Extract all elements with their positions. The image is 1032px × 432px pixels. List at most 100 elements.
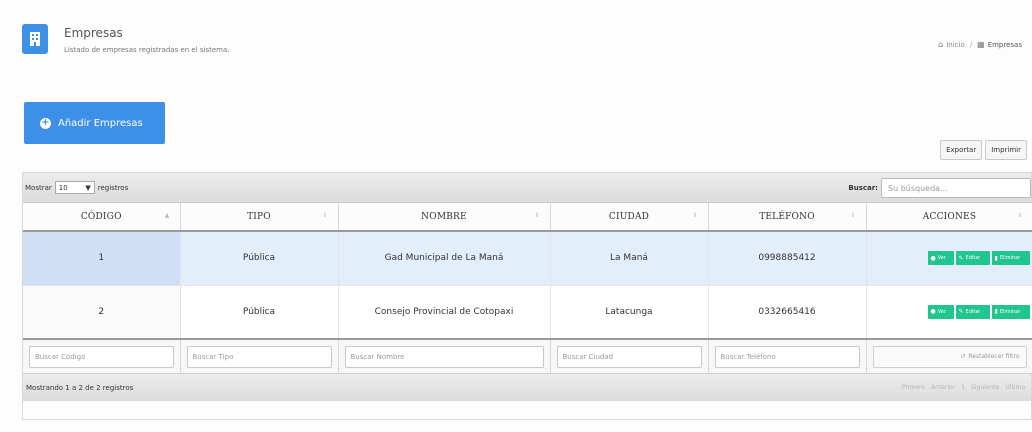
page-length-select[interactable]: 10 ▼ — [54, 181, 95, 194]
column-header-ciudad[interactable]: CIUDAD ⇕ — [550, 203, 709, 232]
add-company-label: Añadir Empresas — [58, 117, 143, 129]
cell-telefono: 0332665416 — [708, 285, 867, 340]
breadcrumb-separator: / — [969, 40, 973, 49]
refresh-icon: ↺ — [960, 353, 966, 360]
sort-asc-icon: ▲ — [164, 212, 170, 219]
delete-label: Eliminar — [999, 255, 1021, 262]
sort-icon: ⇕ — [1017, 212, 1023, 219]
edit-icon: ✎ — [958, 308, 964, 316]
row-actions: ● Ver ✎ Editar ▮ Eliminar — [867, 251, 1032, 266]
view-button[interactable]: ● Ver — [927, 251, 954, 266]
trash-icon: ▮ — [994, 254, 998, 262]
view-button[interactable]: ● Ver — [927, 304, 954, 319]
caret-down-icon: ▼ — [85, 183, 91, 192]
cell-tipo: Pública — [180, 285, 339, 340]
cell-acciones: ● Ver ✎ Editar ▮ Eliminar — [866, 231, 1032, 286]
filter-cell: Buscar Nombre — [338, 338, 551, 373]
add-company-button[interactable]: + Añadir Empresas — [24, 102, 165, 144]
column-label: CÓDIGO — [80, 211, 122, 222]
page: Empresas Listado de empresas registradas… — [0, 0, 1032, 432]
column-header-telefono[interactable]: TELÉFONO ⇕ — [708, 203, 867, 232]
filter-cell: Buscar Teléfono — [708, 338, 867, 373]
breadcrumb-current: Empresas — [987, 40, 1022, 49]
cell-telefono: 0998885412 — [708, 231, 867, 286]
pagination: Primero Anterior 1 Siguiente Último — [902, 384, 1025, 391]
home-icon: ⌂ — [938, 40, 944, 49]
trash-icon: ▮ — [994, 308, 998, 316]
sort-icon: ⇕ — [692, 212, 698, 219]
cell-nombre: Gad Municipal de La Maná — [338, 231, 551, 286]
page-length-value: 10 — [58, 183, 68, 192]
delete-label: Eliminar — [999, 308, 1021, 315]
reset-filter-label: Restablecer filtro — [968, 353, 1020, 360]
sort-icon: ⇕ — [534, 212, 540, 219]
eye-icon: ● — [930, 308, 936, 316]
edit-button[interactable]: ✎ Editar — [955, 251, 990, 266]
filter-cell: Buscar Tipo — [180, 338, 339, 373]
companies-table: CÓDIGO ▲ TIPO ⇕ NOMBRE ⇕ CIUDAD ⇕ TELÉFONO ⇕ … — [23, 203, 1032, 373]
column-header-tipo[interactable]: TIPO ⇕ — [180, 203, 339, 232]
column-label: CIUDAD — [608, 211, 650, 222]
eye-icon: ● — [930, 254, 936, 262]
edit-label: Editar — [965, 308, 981, 315]
cell-tipo: Pública — [180, 231, 339, 286]
search-label: Buscar: — [848, 184, 878, 192]
length-suffix: registros — [97, 183, 129, 192]
building-icon — [22, 24, 48, 54]
edit-icon: ✎ — [958, 254, 964, 262]
building-small-icon: ▦ — [977, 40, 985, 49]
print-button[interactable]: Imprimir — [985, 140, 1027, 160]
table-toolbar: Mostrar 10 ▼ registros Buscar: Su búsque… — [23, 173, 1031, 203]
export-button[interactable]: Exportar — [940, 140, 983, 160]
filter-row: Buscar Código Buscar Tipo Buscar Nombre … — [23, 338, 1032, 373]
filter-ciudad-input[interactable]: Buscar Ciudad — [556, 345, 702, 368]
column-label: NOMBRE — [421, 211, 467, 222]
pager-last[interactable]: Último — [1005, 384, 1025, 391]
pager-page-1[interactable]: 1 — [961, 384, 965, 391]
export-tools: Exportar Imprimir — [940, 140, 1027, 160]
edit-button[interactable]: ✎ Editar — [955, 304, 990, 319]
filter-codigo-input[interactable]: Buscar Código — [29, 345, 174, 368]
row-actions: ● Ver ✎ Editar ▮ Eliminar — [867, 304, 1032, 319]
filter-cell: Buscar Código — [23, 338, 181, 373]
filter-cell: ↺ Restablecer filtro — [866, 338, 1032, 373]
length-prefix: Mostrar — [25, 183, 52, 192]
filter-tipo-input[interactable]: Buscar Tipo — [186, 345, 332, 368]
search-input[interactable]: Su búsqueda... — [881, 178, 1031, 198]
column-header-acciones[interactable]: ACCIONES ⇕ — [866, 203, 1032, 232]
cell-codigo: 2 — [23, 285, 181, 340]
column-label: TIPO — [247, 211, 271, 222]
column-label: TELÉFONO — [759, 211, 815, 222]
cell-nombre: Consejo Provincial de Cotopaxi — [338, 285, 551, 340]
pager-next[interactable]: Siguiente — [971, 384, 999, 391]
building-glyph — [30, 32, 40, 46]
table-row[interactable]: 1 Pública Gad Municipal de La Maná La Ma… — [23, 231, 1032, 286]
reset-filter-button[interactable]: ↺ Restablecer filtro — [872, 345, 1027, 368]
sort-icon: ⇕ — [322, 212, 328, 219]
breadcrumb-home-link[interactable]: Inicio — [946, 41, 965, 49]
page-subtitle: Listado de empresas registradas en el si… — [64, 46, 230, 54]
table-info-bar: Mostrando 1 a 2 de 2 registros Primero A… — [23, 373, 1031, 401]
filter-telefono-input[interactable]: Buscar Teléfono — [714, 345, 860, 368]
search-control: Buscar: Su búsqueda... — [848, 178, 1031, 198]
pager-first[interactable]: Primero — [902, 384, 925, 391]
delete-button[interactable]: ▮ Eliminar — [991, 251, 1030, 266]
pager-previous[interactable]: Anterior — [931, 384, 955, 391]
page-title: Empresas — [64, 26, 123, 40]
page-length-control: Mostrar 10 ▼ registros — [25, 181, 128, 194]
column-header-codigo[interactable]: CÓDIGO ▲ — [23, 203, 181, 232]
companies-table-wrapper: Mostrar 10 ▼ registros Buscar: Su búsque… — [22, 172, 1032, 420]
cell-acciones: ● Ver ✎ Editar ▮ Eliminar — [866, 285, 1032, 340]
view-label: Ver — [937, 308, 946, 315]
cell-codigo: 1 — [23, 231, 181, 286]
filter-nombre-input[interactable]: Buscar Nombre — [344, 345, 544, 368]
filter-cell: Buscar Ciudad — [550, 338, 709, 373]
column-header-nombre[interactable]: NOMBRE ⇕ — [338, 203, 551, 232]
view-label: Ver — [937, 255, 946, 262]
cell-ciudad: La Maná — [550, 231, 709, 286]
delete-button[interactable]: ▮ Eliminar — [991, 304, 1030, 319]
table-info: Mostrando 1 a 2 de 2 registros — [26, 384, 134, 392]
column-label: ACCIONES — [922, 211, 977, 222]
table-row[interactable]: 2 Pública Consejo Provincial de Cotopaxi… — [23, 285, 1032, 340]
breadcrumb: ⌂ Inicio / ▦ Empresas — [938, 40, 1022, 49]
